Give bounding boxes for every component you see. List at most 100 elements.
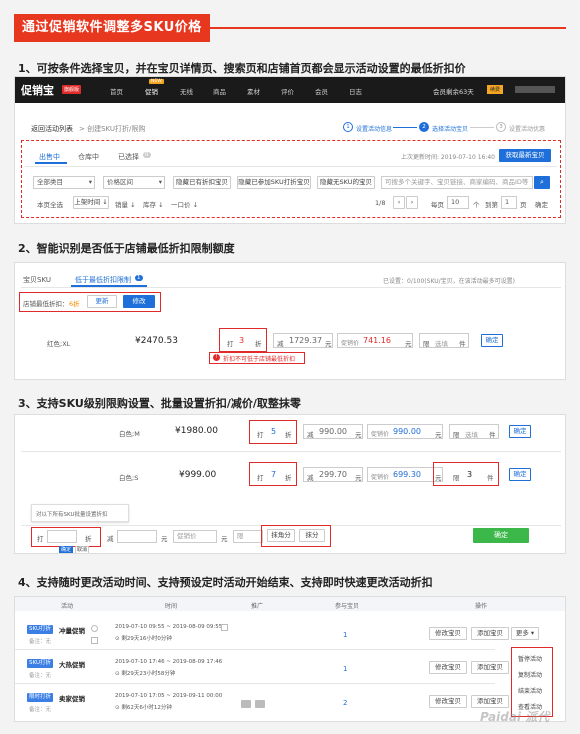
nav-mobile[interactable]: 无线: [180, 86, 193, 96]
edit-min-discount-button[interactable]: 修改: [123, 295, 155, 308]
nav-promo[interactable]: 促销: [145, 86, 158, 96]
batch-minus-input[interactable]: [117, 530, 157, 543]
edit-time-icon[interactable]: [221, 624, 228, 631]
confirm-sku-button[interactable]: 确定: [509, 425, 531, 438]
sort-price[interactable]: 一口价 ↓: [171, 199, 198, 209]
divider: [21, 451, 561, 452]
nav-material[interactable]: 素材: [247, 86, 260, 96]
goto-label: 到第: [485, 201, 498, 209]
sort-stock[interactable]: 库存 ↓: [143, 199, 164, 209]
goto-page-input[interactable]: 1: [501, 196, 517, 209]
batch-limit-input[interactable]: 限: [233, 530, 263, 543]
discount-input[interactable]: 5: [271, 427, 276, 436]
edit-items-button[interactable]: 修改宝贝: [429, 627, 467, 640]
sort-sales[interactable]: 销量 ↓: [115, 199, 136, 209]
divider: [25, 166, 557, 167]
search-input[interactable]: 可搜多个关键字、宝贝链接、商家编码、商品ID等: [381, 176, 533, 189]
round-fen-button[interactable]: 抹分: [299, 529, 325, 542]
sort-listing-time[interactable]: 上架时间 ↓: [73, 196, 109, 209]
activity-name[interactable]: 大热促销: [59, 659, 85, 669]
per-page-unit: 个: [473, 201, 480, 209]
batch-promo-input[interactable]: 促销价: [173, 530, 217, 543]
nav-review[interactable]: 评价: [281, 86, 294, 96]
add-items-button[interactable]: 添加宝贝: [471, 627, 509, 640]
tab-on-sale[interactable]: 出售中: [39, 152, 60, 162]
batch-discount-input[interactable]: [47, 530, 77, 543]
activity-name[interactable]: 卖家促销: [59, 693, 85, 703]
promo-price-value: 741.16: [363, 336, 391, 345]
hide-sku-discounted-button[interactable]: 隐藏已参加SKU打折宝贝: [237, 176, 311, 189]
col-time: 时间: [165, 603, 178, 610]
activity-time: 2019-07-10 17:46 ~ 2019-08-09 17:46: [115, 659, 223, 665]
more-actions-button[interactable]: 更多 ▾: [511, 627, 539, 640]
select-all-page[interactable]: 本页全选: [37, 199, 63, 209]
category-select[interactable]: 全部类目 ▾: [33, 176, 95, 189]
search-icon[interactable]: ⌕: [534, 176, 550, 189]
batch-ok-button[interactable]: 确定: [59, 546, 73, 553]
prev-page-icon[interactable]: ‹: [393, 196, 405, 209]
activity-name[interactable]: 冲量促销: [59, 625, 85, 635]
participating-items-count[interactable]: 1: [343, 665, 347, 673]
promo-label: 促销价: [371, 474, 390, 481]
discount-input[interactable]: 3: [239, 336, 244, 345]
next-page-icon[interactable]: ›: [406, 196, 418, 209]
tab-item-sku[interactable]: 宝贝SKU: [23, 275, 51, 285]
menu-copy-activity[interactable]: 复制活动: [518, 670, 542, 679]
breadcrumb-back[interactable]: 返回活动列表: [31, 124, 73, 134]
hide-no-sku-button[interactable]: 隐藏无SKU的宝贝: [317, 176, 375, 189]
step-1-icon: 1: [343, 122, 353, 132]
per-page-select[interactable]: 10: [447, 196, 469, 209]
add-items-button[interactable]: 添加宝贝: [471, 695, 509, 708]
selected-count-badge: 0: [143, 152, 151, 158]
goto-confirm-button[interactable]: 确定: [535, 199, 548, 209]
edit-note-icon[interactable]: [91, 637, 98, 644]
below-min-count-badge: 1: [135, 275, 143, 281]
divider: [15, 649, 495, 650]
user-avatar[interactable]: [515, 86, 555, 93]
heading-4: 4、支持随时更改活动时间、支持预设定时活动开始结束、支持即时快速更改活动折扣: [18, 576, 433, 589]
promo-channel-icon[interactable]: [241, 700, 251, 708]
tab-active-underline: [35, 162, 67, 164]
confirm-sku-button[interactable]: 确定: [509, 468, 531, 481]
section1-screenshot: 促销宝 旗舰版 首页 促销 NEW 无线 商品 素材 评价 会员 日志 会员剩余…: [14, 76, 566, 224]
promo-channel-icon[interactable]: [255, 700, 265, 708]
minus-prefix: 减: [307, 474, 314, 482]
account-remaining: 会员剩余63天: [433, 88, 474, 96]
nav-member[interactable]: 会员: [315, 86, 328, 96]
round-jiao-fen-button[interactable]: 抹角分: [267, 529, 295, 542]
sync-items-button[interactable]: 获取最新宝贝: [499, 149, 551, 162]
submit-button[interactable]: 确定: [473, 528, 529, 543]
batch-promo-unit: 元: [221, 535, 228, 543]
step-2-label: 选择活动宝贝: [432, 126, 469, 133]
tab-selected[interactable]: 已选择: [118, 152, 139, 162]
min-discount-warning: 折扣不可低于店铺最低折扣: [223, 356, 296, 363]
update-button[interactable]: 更新: [87, 295, 117, 308]
nav-goods[interactable]: 商品: [213, 86, 226, 96]
edit-items-button[interactable]: 修改宝贝: [429, 661, 467, 674]
renew-badge[interactable]: 续费: [487, 85, 504, 94]
price-range-select[interactable]: 价格区间 ▾: [103, 176, 165, 189]
discount-unit: 折: [285, 431, 292, 439]
divider: [15, 683, 495, 684]
section4-screenshot: 活动 时间 推广 参与宝贝 操作 SKU打折 冲量促销 备注：无 2019-07…: [14, 596, 566, 722]
discount-input[interactable]: 7: [271, 470, 276, 479]
min-discount-value: 6折: [69, 300, 80, 308]
hide-discounted-button[interactable]: 隐藏已有折扣宝贝: [173, 176, 231, 189]
edit-items-button[interactable]: 修改宝贝: [429, 695, 467, 708]
menu-pause-activity[interactable]: 暂停活动: [518, 654, 542, 663]
add-items-button[interactable]: 添加宝贝: [471, 661, 509, 674]
nav-home[interactable]: 首页: [110, 86, 123, 96]
limit-value[interactable]: 3: [467, 470, 472, 479]
participating-items-count[interactable]: 1: [343, 631, 347, 639]
activity-type-tag: SKU打折: [27, 625, 53, 634]
menu-end-activity[interactable]: 结束活动: [518, 686, 542, 695]
nav-log[interactable]: 日志: [349, 86, 362, 96]
confirm-sku-button[interactable]: 确定: [481, 334, 503, 347]
minus-amount-value: 1729.37: [289, 336, 323, 345]
watermark: Paidai 派代: [480, 710, 550, 724]
heading-3: 3、支持SKU级别限购设置、批量设置折扣/减价/取整抹零: [18, 397, 301, 410]
tab-in-stock[interactable]: 仓库中: [78, 152, 99, 162]
tab-below-min-discount[interactable]: 低于最低折扣限制: [75, 275, 131, 285]
batch-cancel-button[interactable]: 取消: [75, 546, 89, 553]
participating-items-count[interactable]: 2: [343, 699, 347, 707]
